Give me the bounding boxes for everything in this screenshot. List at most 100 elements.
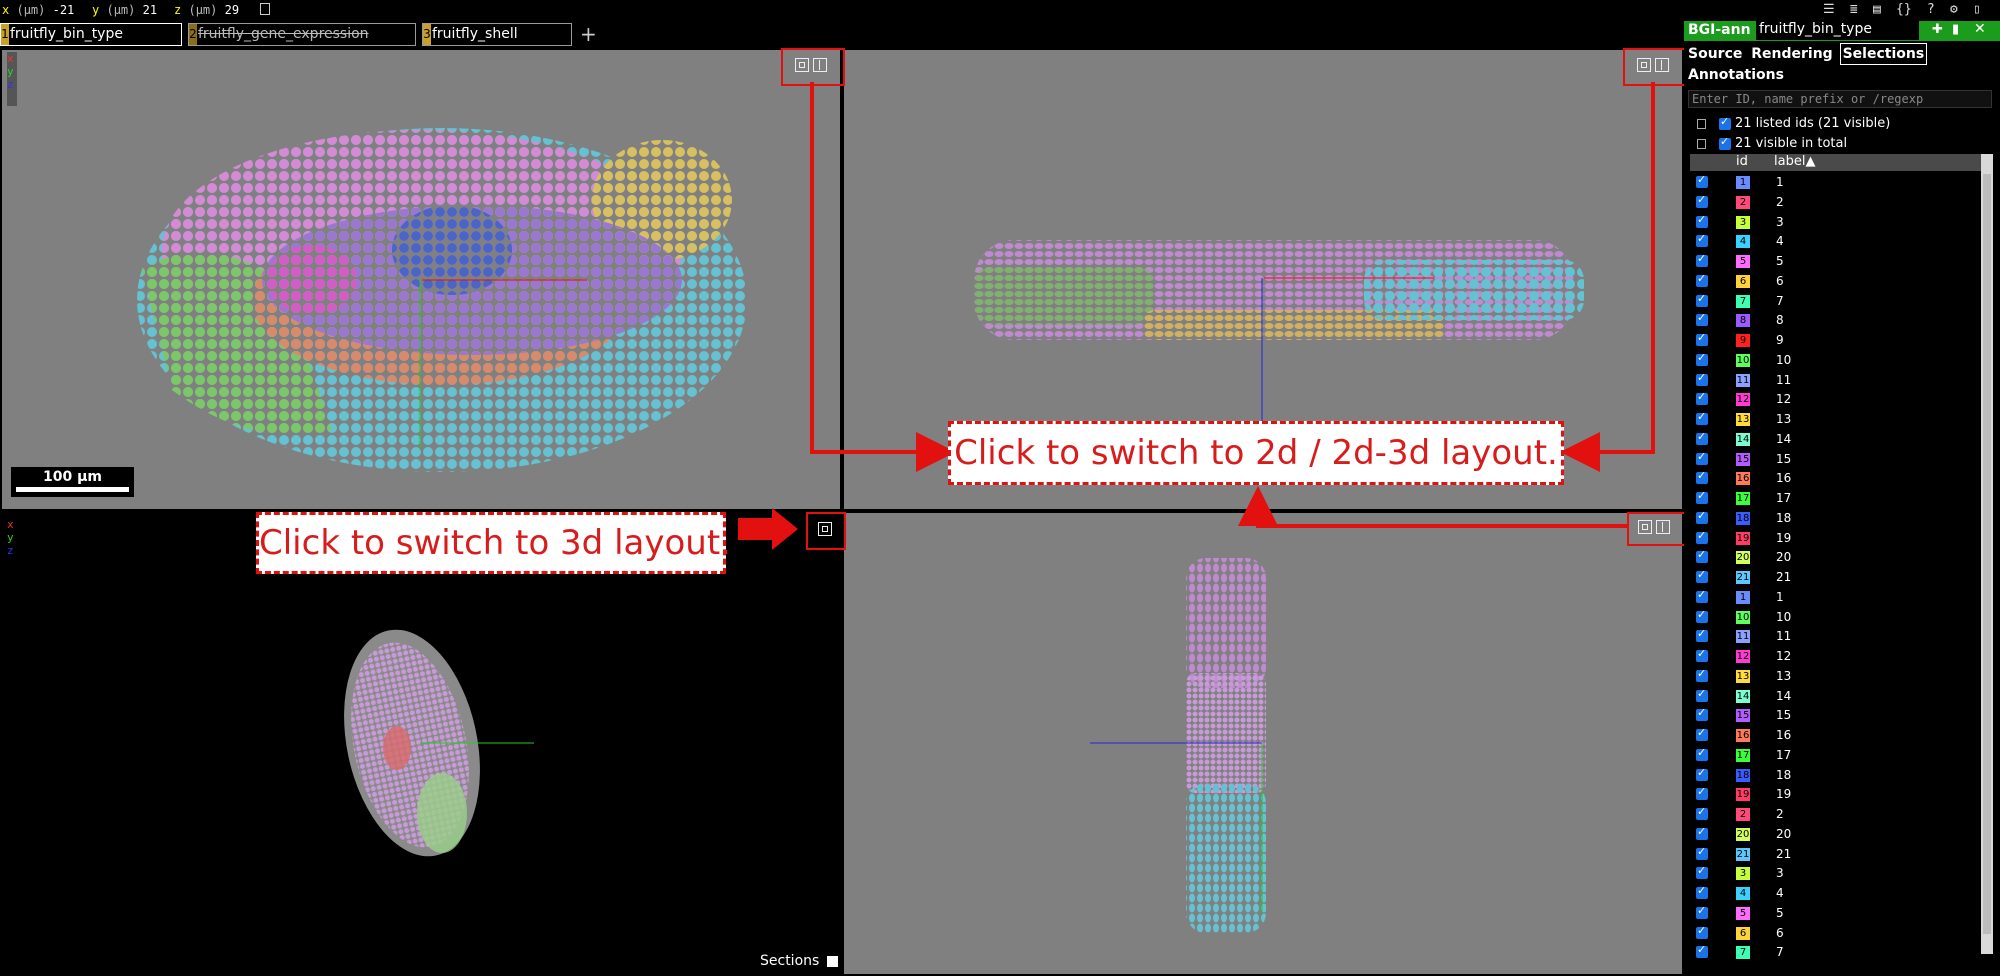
segment-row[interactable]: 14 14 [1690,686,1984,706]
segment-visible-checkbox[interactable] [1696,647,1708,662]
segment-id-badge[interactable]: 18 [1736,511,1750,525]
segment-visible-checkbox[interactable] [1696,430,1708,445]
segment-row[interactable]: 11 11 [1690,370,1984,390]
segment-visible-checkbox[interactable] [1696,469,1708,485]
segment-id-badge[interactable]: 10 [1736,610,1750,624]
segment-visible-checkbox[interactable] [1696,608,1708,623]
segment-visible-checkbox[interactable] [1696,331,1708,346]
segment-visible-checkbox[interactable] [1696,943,1708,959]
segment-row[interactable]: 44 [1690,231,1984,251]
col-label[interactable]: label▲ [1774,154,1815,169]
segment-row[interactable]: 10 10 [1690,607,1984,627]
tab-source[interactable]: Source [1686,44,1744,64]
segment-row[interactable]: 13 13 [1690,409,1984,429]
segment-row[interactable]: 66 [1690,271,1984,291]
segment-id-badge[interactable]: 4 [1736,887,1750,900]
segment-row[interactable]: 1919 [1690,528,1984,548]
segment-visible-checkbox[interactable] [1696,272,1708,287]
segment-id-badge[interactable]: 16 [1736,472,1750,486]
segment-row[interactable]: 22 [1690,804,1984,824]
segment-row[interactable]: 33 [1690,863,1984,883]
segment-row[interactable]: 1515 [1690,449,1984,469]
segment-visible-checkbox[interactable] [1696,568,1708,583]
segment-row[interactable]: 13 13 [1690,666,1984,686]
copy-icon[interactable] [1697,119,1706,129]
segment-row[interactable]: 77 [1690,942,1984,962]
segment-visible-checkbox[interactable] [1696,213,1708,228]
segment-id-badge[interactable]: 15 [1736,452,1750,466]
segment-visible-checkbox[interactable] [1696,193,1708,208]
segment-row[interactable]: 14 14 [1690,429,1984,449]
segment-row[interactable]: 77 [1690,291,1984,311]
segment-filter-input[interactable]: Enter ID, name prefix or /regexp [1688,90,1992,108]
segment-list-scrollbar[interactable] [1981,154,1993,954]
segment-id-badge[interactable]: 20 [1736,551,1750,565]
segment-visible-checkbox[interactable] [1696,173,1708,188]
segment-id-badge[interactable]: 13 [1736,413,1750,426]
segment-id-badge[interactable]: 2 [1736,808,1750,821]
side-layer-name[interactable]: fruitfly_bin_type [1756,21,1919,40]
segment-visible-checkbox[interactable] [1696,292,1708,307]
segment-id-badge[interactable]: 5 [1736,906,1750,920]
pin-icon[interactable]: ✚ [1932,22,1943,37]
segment-id-badge[interactable]: 8 [1736,314,1750,328]
segment-visible-checkbox[interactable] [1696,687,1708,702]
segment-row[interactable]: 11 11 [1690,626,1984,646]
segment-visible-checkbox[interactable] [1696,667,1708,682]
segment-visible-checkbox[interactable] [1696,904,1708,919]
tab-rendering[interactable]: Rendering [1749,44,1834,64]
segment-row[interactable]: 11 [1690,587,1984,607]
close-icon[interactable]: ✕ [1974,21,1986,37]
segment-id-badge[interactable]: 11 [1736,373,1750,387]
segment-id-badge[interactable]: 17 [1736,492,1750,505]
segment-visible-checkbox[interactable] [1696,410,1708,425]
segment-row[interactable]: 21 21 [1690,567,1984,587]
segment-row[interactable]: 10 10 [1690,350,1984,370]
segment-id-badge[interactable]: 12 [1736,393,1750,407]
segment-row[interactable]: 44 [1690,883,1984,903]
segment-visible-checkbox[interactable] [1696,529,1708,544]
segment-id-badge[interactable]: 6 [1736,926,1750,940]
segment-row[interactable]: 99 [1690,330,1984,350]
segment-visible-checkbox[interactable] [1696,252,1708,267]
segment-row[interactable]: 33 [1690,212,1984,232]
segment-visible-checkbox[interactable] [1696,548,1708,564]
segment-row[interactable]: 1717 [1690,745,1984,765]
segment-row[interactable]: 1717 [1690,488,1984,508]
segment-visible-checkbox[interactable] [1696,588,1708,603]
segment-row[interactable]: 22 [1690,192,1984,212]
segment-id-badge[interactable]: 15 [1736,709,1750,723]
segment-visible-checkbox[interactable] [1696,864,1708,880]
segment-id-badge[interactable]: 11 [1736,630,1750,644]
segment-visible-checkbox[interactable] [1696,845,1708,860]
segment-id-badge[interactable]: 9 [1736,334,1750,347]
tab-annotations[interactable]: Annotations [1686,65,1786,85]
segment-row[interactable]: 1515 [1690,705,1984,725]
segment-id-badge[interactable]: 20 [1736,827,1750,841]
segment-visible-checkbox[interactable] [1696,785,1708,801]
segment-id-badge[interactable]: 18 [1736,768,1750,782]
segment-visible-checkbox[interactable] [1696,726,1708,741]
visible-total-checkbox[interactable] [1719,135,1731,150]
segment-id-badge[interactable]: 16 [1736,729,1750,742]
segment-id-badge[interactable]: 10 [1736,353,1750,367]
segment-visible-checkbox[interactable] [1696,371,1708,386]
segment-visible-checkbox[interactable] [1696,746,1708,761]
segment-row[interactable]: 1818 [1690,765,1984,785]
segment-visible-checkbox[interactable] [1696,311,1708,327]
segment-visible-checkbox[interactable] [1696,489,1708,504]
segment-row[interactable]: 66 [1690,923,1984,943]
segment-id-badge[interactable]: 1 [1736,590,1750,604]
segment-row[interactable]: 11 [1690,172,1984,192]
tab-selections[interactable]: Selections [1839,43,1928,65]
listed-ids-checkbox[interactable] [1719,115,1731,130]
segment-id-badge[interactable]: 12 [1736,650,1750,663]
segment-id-badge[interactable]: 7 [1736,946,1750,960]
segment-id-badge[interactable]: 19 [1736,531,1750,545]
segment-id-badge[interactable]: 19 [1736,788,1750,802]
segment-row[interactable]: 2020 [1690,547,1984,567]
segment-id-badge[interactable]: 6 [1736,274,1750,288]
segment-visible-checkbox[interactable] [1696,509,1708,524]
segment-row[interactable]: 55 [1690,903,1984,923]
segment-id-badge[interactable]: 17 [1736,748,1750,762]
